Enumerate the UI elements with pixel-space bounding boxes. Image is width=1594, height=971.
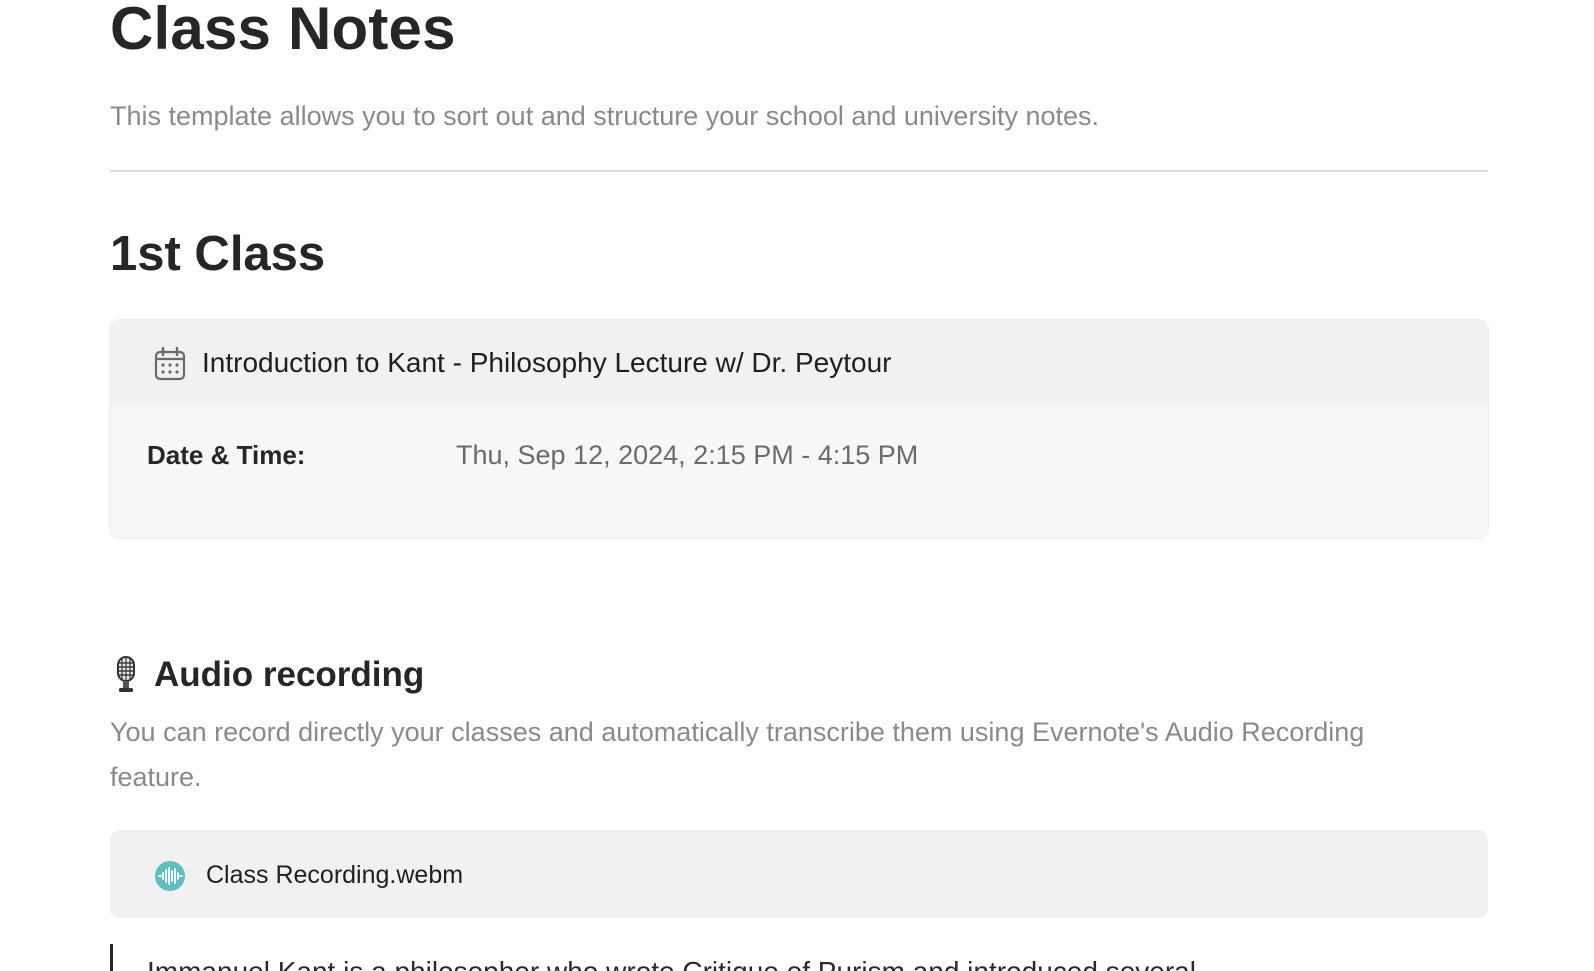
audio-description[interactable]: You can record directly your classes and…: [110, 710, 1420, 800]
event-title[interactable]: Introduction to Kant - Philosophy Lectur…: [202, 344, 891, 382]
calendar-event-card[interactable]: Introduction to Kant - Philosophy Lectur…: [110, 320, 1488, 538]
audio-recording-heading[interactable]: Audio recording: [110, 650, 424, 700]
date-time-value[interactable]: Thu, Sep 12, 2024, 2:15 PM - 4:15 PM: [456, 437, 918, 473]
calendar-icon: [154, 347, 186, 381]
note-subtitle[interactable]: This template allows you to sort out and…: [110, 98, 1099, 134]
audio-file-attachment[interactable]: Class Recording.webm: [110, 830, 1488, 918]
date-time-label: Date & Time:: [147, 440, 306, 470]
note-title[interactable]: Class Notes: [110, 0, 456, 64]
audio-file-name[interactable]: Class Recording.webm: [206, 857, 463, 893]
microphone-icon: [117, 656, 135, 692]
audio-waveform-icon: [155, 861, 185, 891]
blockquote-bar: [110, 944, 113, 971]
note-page: Class Notes This template allows you to …: [0, 0, 1594, 971]
audio-heading-text: Audio recording: [154, 655, 425, 694]
blockquote[interactable]: Immanuel Kant is a philosopher who wrote…: [110, 944, 1488, 971]
blockquote-text[interactable]: Immanuel Kant is a philosopher who wrote…: [147, 954, 1196, 971]
section-heading[interactable]: 1st Class: [110, 224, 325, 284]
event-header[interactable]: Introduction to Kant - Philosophy Lectur…: [110, 320, 1488, 407]
horizontal-divider: [110, 170, 1488, 172]
